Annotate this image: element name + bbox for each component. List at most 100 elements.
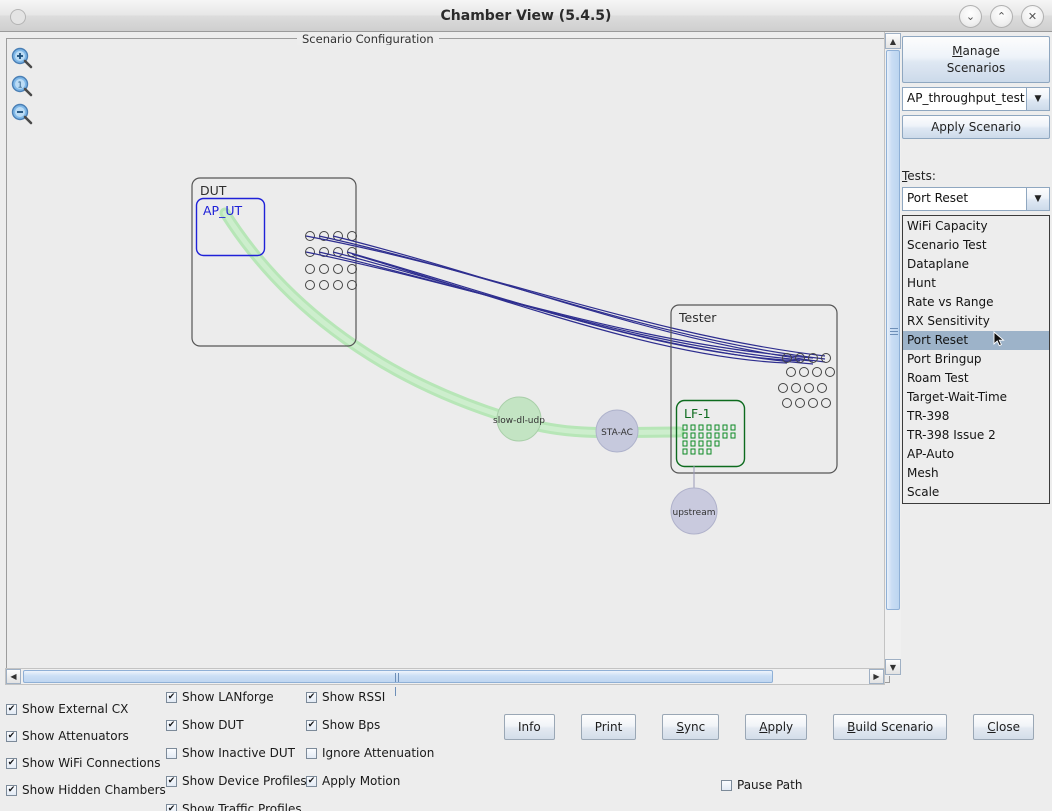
svg-text:slow-dl-udp: slow-dl-udp: [493, 416, 545, 426]
option-label: Show DUT: [182, 718, 244, 732]
pause-path-option[interactable]: Pause Path: [721, 778, 802, 792]
test-list-item[interactable]: Hunt: [903, 274, 1049, 293]
manage-rest: anage: [962, 44, 1000, 58]
window-title: Chamber View (5.4.5): [440, 8, 612, 24]
option-row[interactable]: Show Inactive DUT: [166, 746, 307, 760]
test-list-item[interactable]: Dataplane: [903, 255, 1049, 274]
option-label: Show RSSI: [322, 690, 386, 704]
test-list-item[interactable]: RX Sensitivity: [903, 312, 1049, 331]
svg-text:AP_UT: AP_UT: [203, 203, 242, 218]
test-list-item[interactable]: Rate vs Range: [903, 293, 1049, 312]
options-and-actions: ✔ Show External CX ✔ Show Attenuators ✔ Show …: [0, 688, 1052, 811]
pause-path-row[interactable]: Pause Path: [721, 778, 802, 792]
canvas-horizontal-scrollbar[interactable]: ◀ ▶: [5, 668, 885, 696]
side-panel: Manage Scenarios AP_throughput_test ▼ Ap…: [902, 36, 1050, 504]
close-button[interactable]: Close: [973, 714, 1034, 740]
close-button[interactable]: ✕: [1021, 5, 1044, 28]
tests-combobox-value: Port Reset: [902, 187, 1026, 211]
option-row[interactable]: ✔ Show Hidden Chambers: [6, 783, 166, 797]
chamber-view-window: Chamber View (5.4.5) ⌄ ⌃ ✕ Scenario Conf…: [0, 0, 1052, 811]
options-column-right: ✔ Show RSSI ✔ Show Bps Ignore Attenuation ✔ Ap…: [306, 690, 434, 802]
maximize-button[interactable]: ⌃: [990, 5, 1013, 28]
pause-path-label: Pause Path: [737, 778, 803, 792]
zoom-out-icon[interactable]: [10, 102, 34, 126]
tests-label: Tests:: [902, 169, 936, 183]
scenario-configuration-legend: Scenario Configuration: [297, 32, 439, 46]
option-row[interactable]: ✔ Apply Motion: [306, 774, 434, 788]
sync-button[interactable]: Sync: [662, 714, 720, 740]
build-scenario-button[interactable]: Build Scenario: [833, 714, 948, 740]
scroll-down-button[interactable]: ▼: [885, 659, 901, 675]
checkbox[interactable]: ✔: [306, 691, 317, 703]
option-row[interactable]: ✔ Show LANforge: [166, 690, 307, 704]
checkbox[interactable]: [306, 747, 317, 759]
test-list-item[interactable]: Target-Wait-Time: [903, 388, 1049, 407]
chevron-down-icon[interactable]: ▼: [1026, 87, 1050, 111]
checkbox[interactable]: ✔: [6, 784, 17, 796]
checkbox[interactable]: ✔: [306, 775, 317, 787]
option-row[interactable]: ✔ Show External CX: [6, 702, 166, 716]
options-column-middle: ✔ Show LANforge ✔ Show DUT Show Inactive DUT…: [166, 690, 307, 811]
checkbox[interactable]: ✔: [166, 691, 177, 703]
checkbox[interactable]: ✔: [6, 757, 17, 769]
test-list-item[interactable]: Port Bringup: [903, 350, 1049, 369]
scenario-canvas[interactable]: DUT AP_UT Tester LF-1 slow-dl-udp STA-AC…: [7, 45, 889, 667]
pause-path-checkbox[interactable]: [721, 779, 732, 791]
zoom-toolbar: 1: [10, 46, 36, 130]
scroll-right-button[interactable]: ▶: [869, 669, 884, 684]
tests-combobox[interactable]: Port Reset ▼: [902, 187, 1050, 211]
checkbox[interactable]: ✔: [6, 703, 17, 715]
test-list-item[interactable]: TR-398 Issue 2: [903, 426, 1049, 445]
zoom-in-icon[interactable]: [10, 46, 34, 70]
canvas-vertical-scrollbar[interactable]: ▲ ▼: [884, 32, 901, 676]
close-icon: ✕: [1027, 10, 1038, 23]
option-row[interactable]: ✔ Show WiFi Connections: [6, 756, 166, 770]
option-row[interactable]: ✔ Show Bps: [306, 718, 434, 732]
info-button[interactable]: Info: [504, 714, 555, 740]
apply-button[interactable]: Apply: [745, 714, 808, 740]
option-label: Ignore Attenuation: [322, 746, 435, 760]
apply-scenario-button[interactable]: Apply Scenario: [902, 115, 1050, 139]
manage-scenarios-button[interactable]: Manage Scenarios: [902, 36, 1050, 83]
window-controls: ⌄ ⌃ ✕: [959, 5, 1044, 28]
checkbox[interactable]: ✔: [306, 719, 317, 731]
option-label: Show LANforge: [182, 690, 274, 704]
option-row[interactable]: ✔ Show Traffic Profiles: [166, 802, 307, 811]
test-list-item[interactable]: WiFi Capacity: [903, 217, 1049, 236]
minimize-button[interactable]: ⌄: [959, 5, 982, 28]
options-column-left: ✔ Show External CX ✔ Show Attenuators ✔ Show …: [6, 702, 166, 810]
scroll-left-button[interactable]: ◀: [6, 669, 21, 684]
horizontal-scroll-thumb[interactable]: [23, 670, 773, 696]
checkbox[interactable]: ✔: [166, 719, 177, 731]
svg-text:upstream: upstream: [673, 508, 716, 518]
vertical-scroll-thumb[interactable]: [886, 50, 900, 610]
test-list-item[interactable]: Mesh: [903, 464, 1049, 483]
test-list-item[interactable]: Port Reset: [903, 331, 1049, 350]
mouse-cursor-icon: [993, 331, 1005, 348]
chevron-up-icon: ⌃: [996, 10, 1007, 23]
option-label: Show WiFi Connections: [22, 756, 161, 770]
checkbox[interactable]: ✔: [166, 803, 177, 811]
test-list-item[interactable]: Roam Test: [903, 369, 1049, 388]
test-list-item[interactable]: TR-398: [903, 407, 1049, 426]
scroll-up-button[interactable]: ▲: [885, 33, 901, 49]
zoom-reset-icon[interactable]: 1: [10, 74, 34, 98]
checkbox[interactable]: ✔: [6, 730, 17, 742]
scroll-grip-icon: [394, 673, 402, 696]
svg-text:1: 1: [17, 81, 22, 90]
tests-dropdown-list[interactable]: WiFi Capacity Scenario Test Dataplane Hunt R…: [902, 215, 1050, 504]
option-row[interactable]: ✔ Show RSSI: [306, 690, 434, 704]
test-list-item[interactable]: Scale: [903, 483, 1049, 502]
option-row[interactable]: ✔ Show Attenuators: [6, 729, 166, 743]
chevron-down-icon[interactable]: ▼: [1026, 187, 1050, 211]
checkbox[interactable]: ✔: [166, 775, 177, 787]
test-list-item[interactable]: AP-Auto: [903, 445, 1049, 464]
manage-line2: Scenarios: [946, 61, 1006, 75]
test-list-item[interactable]: Scenario Test: [903, 236, 1049, 255]
print-button[interactable]: Print: [580, 714, 637, 740]
option-row[interactable]: Ignore Attenuation: [306, 746, 434, 760]
scenario-combobox[interactable]: AP_throughput_test ▼: [902, 87, 1050, 111]
option-row[interactable]: ✔ Show DUT: [166, 718, 307, 732]
option-row[interactable]: ✔ Show Device Profiles: [166, 774, 307, 788]
checkbox[interactable]: [166, 747, 177, 759]
